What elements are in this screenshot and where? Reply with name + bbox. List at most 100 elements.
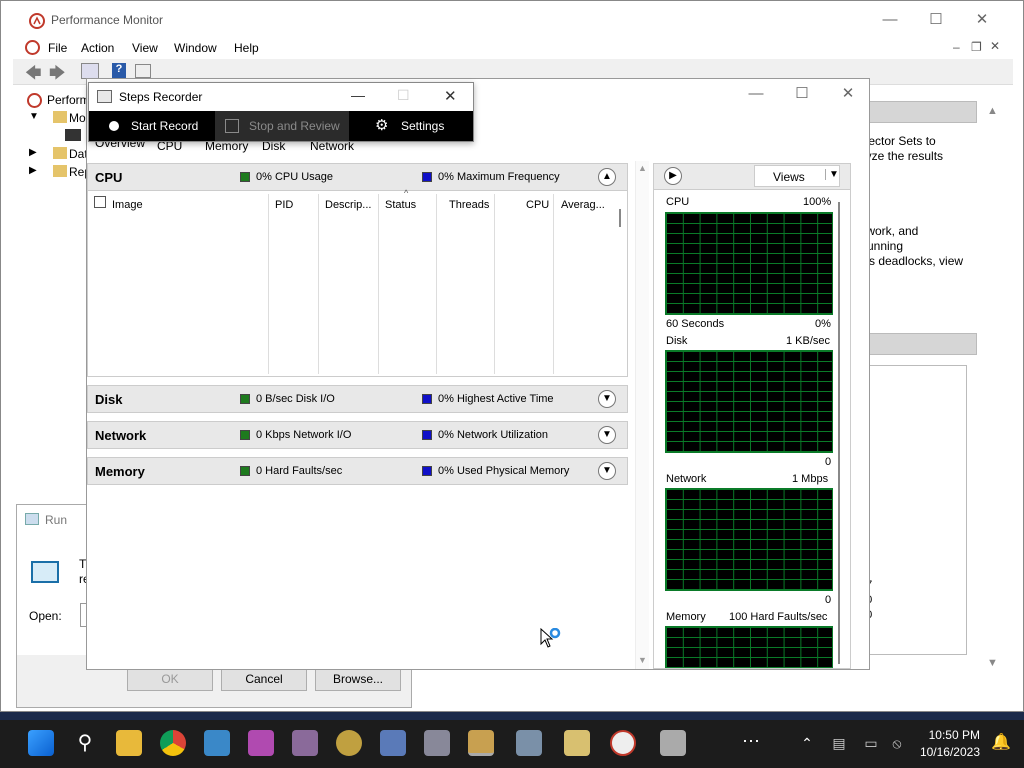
views-dropdown[interactable]: Views ▼ [754,165,840,187]
summary-box: ,0 37 00 00 [859,365,967,655]
menu-view[interactable]: View [132,41,158,55]
scroll-down-icon[interactable]: ▼ [987,657,998,669]
resmon-minimize-button[interactable]: — [733,79,779,109]
physical-memory-legend: 0% Used Physical Memory [438,465,570,477]
column-divider [378,194,379,374]
help-icon[interactable]: ? [112,63,126,79]
show-tree-icon[interactable] [81,63,99,79]
network-graph-max: 1 Mbps [792,473,829,485]
expand-chevron-icon[interactable]: ▼ [598,426,616,444]
column-average[interactable]: Averag... [561,199,605,211]
memory-graph-max: 100 Hard Faults/sec [729,611,828,623]
resmon-maximize-button[interactable]: ☐ [779,79,825,109]
perfmon-content-pane: llector Sets to lyze the results twork, … [859,101,979,661]
run-app-icon [31,561,59,583]
properties-icon[interactable] [135,64,151,78]
column-description[interactable]: Descrip... [325,199,371,211]
mouse-pointer-busy-icon [540,628,561,648]
network-section-header[interactable]: Network 0 Kbps Network I/O 0% Network Ut… [87,421,628,449]
resmon-close-button[interactable]: ✕ [825,79,871,109]
clock-date[interactable]: 10/16/2023 [918,745,980,759]
expand-chevron-icon[interactable]: ▼ [29,111,39,122]
show-hidden-icons-chevron[interactable]: ⌃ [794,730,820,756]
child-restore-button[interactable]: ❐ [971,40,982,54]
maximize-button[interactable]: ☐ [913,5,959,35]
more-icon[interactable]: ⋯ [738,730,764,756]
sr-close-button[interactable]: ✕ [444,87,457,105]
performance-monitor-taskbar-icon[interactable] [610,730,636,756]
ok-button[interactable]: OK [127,667,213,691]
file-explorer-icon[interactable] [116,730,142,756]
cancel-button[interactable]: Cancel [221,667,307,691]
perfmon-app-icon [29,13,45,29]
app-icon[interactable] [516,730,542,756]
menu-bar: File Action View Window Help – ❐ ✕ [21,37,1011,59]
start-windows-icon[interactable] [28,730,54,756]
volume-muted-icon[interactable]: ⦸ [884,730,910,756]
scroll-up-icon[interactable]: ▲ [638,163,647,173]
title-bar[interactable]: Performance Monitor — ☐ ✕ [1,1,1023,37]
steps-recorder-title-bar[interactable]: Steps Recorder — ☐ ✕ [89,83,473,111]
network-graph [665,488,833,591]
app-icon[interactable] [660,730,686,756]
select-all-checkbox[interactable] [94,196,106,208]
stop-and-review-button[interactable]: Stop and Review [215,111,349,141]
cpu-section-title: CPU [95,170,123,185]
collapse-chevron-icon[interactable]: ▶ [29,165,37,176]
expand-chevron-icon[interactable]: ▼ [598,390,616,408]
pane-header [859,101,977,123]
menu-file[interactable]: File [48,41,67,55]
scroll-down-icon[interactable]: ▼ [638,655,647,665]
remote-desktop-icon[interactable] [204,730,230,756]
steps-recorder-toolbar: Start Record Stop and Review ⚙ Settings [89,111,473,141]
chrome-icon[interactable] [160,730,186,756]
column-status[interactable]: Status [385,199,416,211]
search-icon[interactable]: ⚲ [72,730,98,756]
scroll-up-icon[interactable]: ▲ [987,105,998,117]
cpu-usage-legend: 0% CPU Usage [256,171,334,183]
clock-time[interactable]: 10:50 PM [918,728,980,742]
sr-maximize-button[interactable]: ☐ [397,87,410,104]
collapse-chevron-icon[interactable]: ▲ [598,168,616,186]
resmon-scrollbar[interactable]: ▲ ▼ [635,161,649,669]
app-icon[interactable] [424,730,450,756]
network-icon[interactable]: ▤ [826,730,852,756]
expand-chevron-icon[interactable]: ▼ [598,462,616,480]
menu-action[interactable]: Action [81,41,114,55]
column-cpu[interactable]: CPU [526,199,549,211]
cpu-graph-min: 0% [815,318,831,330]
settings-button[interactable]: ⚙ Settings [349,111,473,141]
collapse-panel-chevron-icon[interactable]: ▶ [664,167,682,185]
cpu-section-header[interactable]: CPU 0% CPU Usage 0% Maximum Frequency ▲ [87,163,628,191]
column-threads[interactable]: Threads [449,199,489,211]
app-icon[interactable] [248,730,274,756]
network-graph-min: 0 [825,594,832,606]
child-close-button[interactable]: ✕ [990,39,1000,53]
dropdown-arrow-icon: ▼ [825,169,839,180]
browse-button[interactable]: Browse... [315,667,401,691]
close-button[interactable]: ✕ [959,5,1005,35]
memory-section-header[interactable]: Memory 0 Hard Faults/sec 0% Used Physica… [87,457,628,485]
menu-window[interactable]: Window [174,41,217,55]
blue-legend-swatch [422,172,432,182]
green-legend-swatch [240,394,250,404]
display-icon[interactable]: ▭ [858,730,884,756]
start-record-button[interactable]: Start Record [89,111,215,141]
app-icon[interactable] [292,730,318,756]
perfmon-scrollbar[interactable]: ▲ ▼ [987,105,1001,669]
child-minimize-button[interactable]: – [953,40,960,54]
column-image[interactable]: Image [112,199,143,211]
disk-section-header[interactable]: Disk 0 B/sec Disk I/O 0% Highest Active … [87,385,628,413]
steps-recorder-taskbar-icon[interactable] [468,730,494,756]
menu-help[interactable]: Help [234,41,259,55]
app-icon[interactable] [564,730,590,756]
notification-bell-icon[interactable]: 🔔 [988,730,1014,756]
collapse-chevron-icon[interactable]: ▶ [29,147,37,158]
app-icon[interactable] [336,730,362,756]
table-scrollbar-thumb[interactable] [619,209,621,227]
sr-minimize-button[interactable]: — [351,87,365,103]
app-icon[interactable] [380,730,406,756]
minimize-button[interactable]: — [867,5,913,35]
column-pid[interactable]: PID [275,199,293,211]
graphs-scrollbar-thumb[interactable] [838,202,840,664]
